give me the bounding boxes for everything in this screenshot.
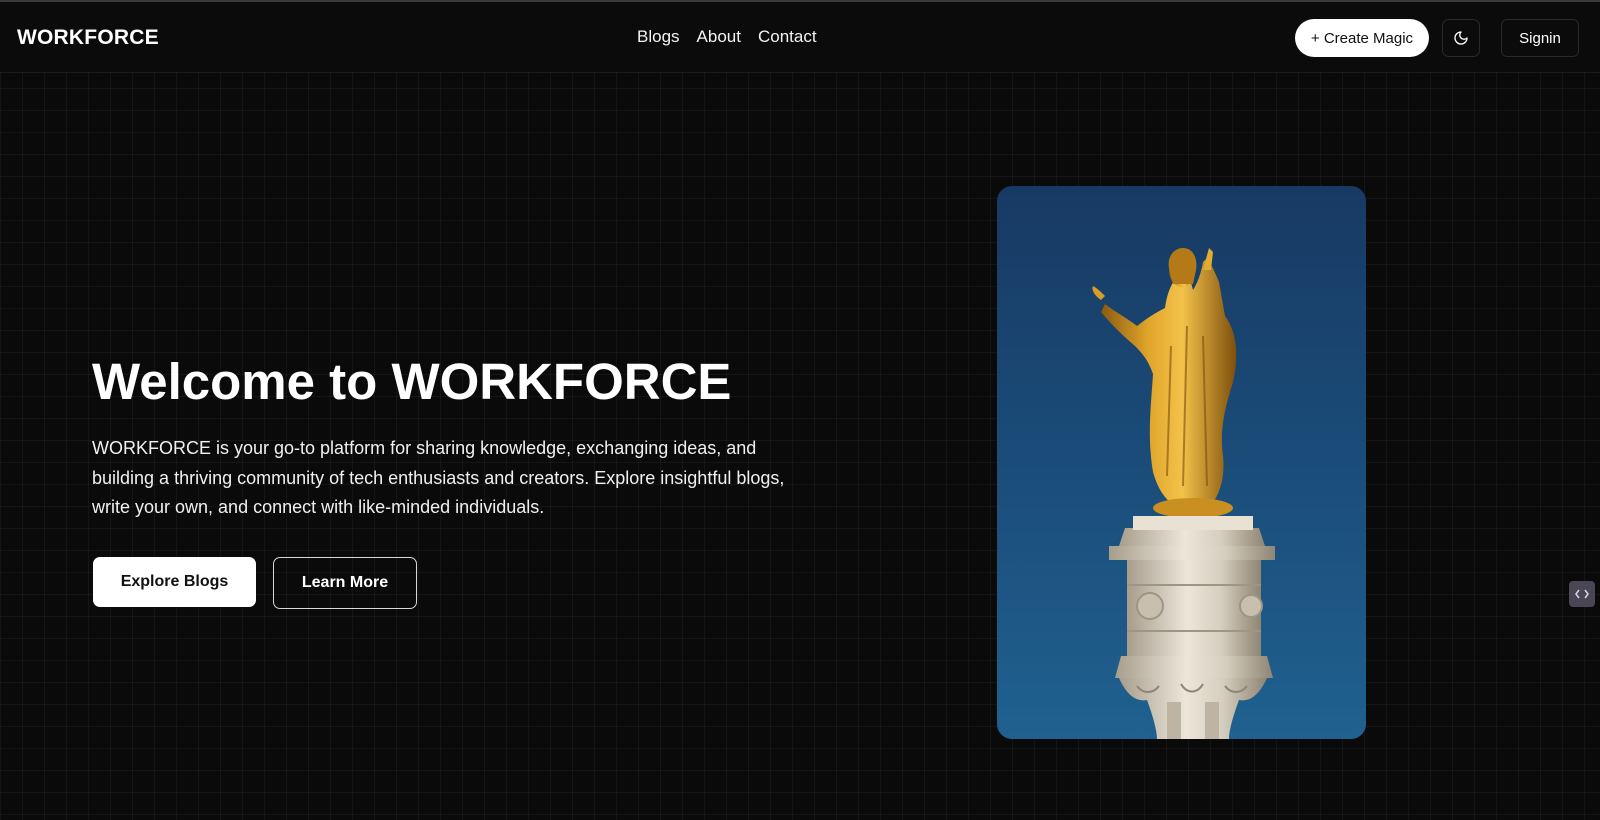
moon-icon	[1454, 31, 1468, 45]
main-nav: Blogs About Contact	[637, 27, 817, 47]
signin-button[interactable]: Signin	[1501, 19, 1579, 57]
site-header: WORKFORCE Blogs About Contact + Create M…	[0, 2, 1600, 73]
code-bracket-icon	[1575, 589, 1589, 599]
golden-statue-illustration	[997, 186, 1366, 739]
hero-image	[997, 186, 1366, 739]
landing-page: WORKFORCE Blogs About Contact + Create M…	[0, 0, 1600, 820]
floating-helper-widget[interactable]	[1569, 581, 1595, 607]
theme-toggle-button[interactable]	[1442, 19, 1480, 57]
nav-link-about[interactable]: About	[697, 27, 741, 47]
nav-link-blogs[interactable]: Blogs	[637, 27, 680, 47]
learn-more-button[interactable]: Learn More	[273, 557, 417, 609]
create-magic-button[interactable]: + Create Magic	[1295, 19, 1429, 57]
explore-blogs-button[interactable]: Explore Blogs	[93, 557, 256, 607]
nav-link-contact[interactable]: Contact	[758, 27, 817, 47]
hero-description: WORKFORCE is your go-to platform for sha…	[92, 438, 785, 517]
hero-title: Welcome to WORKFORCE	[92, 353, 732, 410]
site-logo[interactable]: WORKFORCE	[17, 26, 159, 50]
